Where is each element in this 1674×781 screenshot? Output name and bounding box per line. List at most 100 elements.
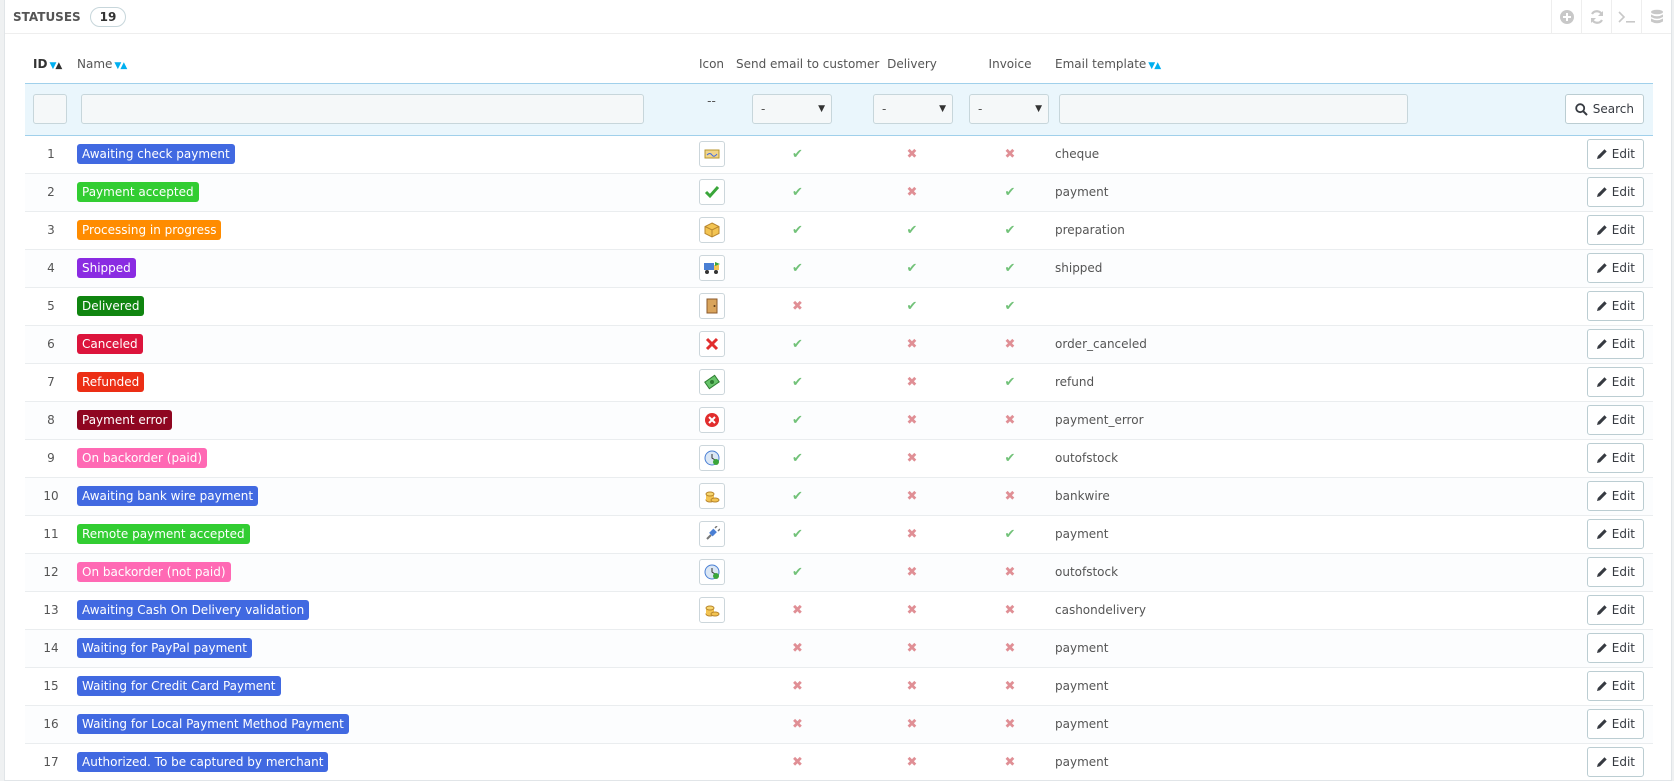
table-row[interactable]: 3 Processing in progress ✔ ✔ ✔ preparati… — [25, 211, 1653, 250]
pencil-icon — [1596, 263, 1607, 273]
table-row[interactable]: 7 Refunded ✔ ✖ ✔ refund Edit — [25, 363, 1653, 402]
edit-button-label: Edit — [1611, 489, 1635, 503]
edit-button[interactable]: Edit — [1586, 747, 1644, 777]
edit-button[interactable]: Edit — [1586, 291, 1644, 321]
database-icon[interactable] — [1641, 0, 1671, 34]
column-label-email-template: Email template — [1055, 57, 1147, 72]
table-row[interactable]: 14 Waiting for PayPal payment ✖ ✖ ✖ paym… — [25, 629, 1653, 668]
refresh-icon[interactable] — [1581, 0, 1611, 34]
row-icon-cell — [687, 249, 736, 288]
money-icon — [698, 369, 725, 395]
table-row[interactable]: 8 Payment error ✔ ✖ ✖ payment_error Edit — [25, 401, 1653, 440]
check-icon: ✔ — [1004, 184, 1016, 200]
edit-button[interactable]: Edit — [1586, 253, 1644, 283]
table-row[interactable]: 16 Waiting for Local Payment Method Paym… — [25, 705, 1653, 744]
chevron-down-icon: ▼ — [818, 104, 825, 114]
edit-button-label: Edit — [1611, 147, 1635, 161]
pencil-icon — [1596, 681, 1607, 691]
edit-button[interactable]: Edit — [1586, 633, 1644, 663]
edit-button[interactable]: Edit — [1586, 519, 1644, 549]
edit-button[interactable]: Edit — [1586, 215, 1644, 245]
row-id: 2 — [25, 173, 77, 212]
column-header-id[interactable]: ID ▼▲ — [25, 46, 77, 83]
coins-icon — [698, 483, 725, 509]
row-invoice-cell: ✔ — [965, 515, 1055, 554]
sort-icon[interactable]: ▼▲ — [49, 61, 62, 71]
edit-button[interactable]: Edit — [1586, 177, 1644, 207]
check-icon: ✔ — [792, 336, 803, 352]
row-delivery-cell: ✖ — [859, 705, 965, 744]
edit-button[interactable]: Edit — [1586, 671, 1644, 701]
pencil-icon — [1596, 643, 1607, 653]
send-email-filter-select[interactable]: - ▼ — [752, 94, 832, 124]
cross-icon: ✖ — [1004, 336, 1016, 352]
row-invoice-cell: ✖ — [965, 743, 1055, 780]
pencil-icon — [1596, 605, 1607, 615]
table-row[interactable]: 15 Waiting for Credit Card Payment ✖ ✖ ✖… — [25, 667, 1653, 706]
row-invoice-cell: ✔ — [965, 249, 1055, 288]
row-name-cell: Awaiting check payment — [77, 135, 687, 174]
table-row[interactable]: 9 On backorder (paid) ✔ ✖ ✔ outofstock E… — [25, 439, 1653, 478]
table-row[interactable]: 5 Delivered ✖ ✔ ✔ Edit — [25, 287, 1653, 326]
check-icon: ✔ — [792, 374, 803, 390]
id-filter-input[interactable] — [33, 94, 67, 124]
edit-button[interactable]: Edit — [1586, 405, 1644, 435]
table-row[interactable]: 2 Payment accepted ✔ ✖ ✔ payment Edit — [25, 173, 1653, 212]
row-send-email-cell: ✖ — [736, 591, 859, 630]
edit-button[interactable]: Edit — [1586, 595, 1644, 625]
row-send-email-cell: ✖ — [736, 705, 859, 744]
check-icon: ✔ — [792, 564, 803, 580]
status-label: Processing in progress — [77, 220, 222, 240]
check-icon: ✔ — [792, 222, 803, 238]
row-icon-cell — [687, 477, 736, 516]
edit-button[interactable]: Edit — [1586, 367, 1644, 397]
name-filter-input[interactable] — [81, 94, 644, 124]
row-name-cell: On backorder (paid) — [77, 439, 687, 478]
cross-icon: ✖ — [792, 298, 803, 314]
row-name-cell: Awaiting Cash On Delivery validation — [77, 591, 687, 630]
table-row[interactable]: 4 Shipped ✔ ✔ ✔ shipped Edit — [25, 249, 1653, 288]
invoice-filter-select[interactable]: - ▼ — [969, 94, 1049, 124]
search-button[interactable]: Search — [1564, 94, 1644, 124]
edit-button[interactable]: Edit — [1586, 443, 1644, 473]
row-name-cell: On backorder (not paid) — [77, 553, 687, 592]
table-row[interactable]: 13 Awaiting Cash On Delivery validation … — [25, 591, 1653, 630]
column-header-email-template[interactable]: Email template ▼▲ — [1055, 46, 1495, 83]
row-name-cell: Payment error — [77, 401, 687, 440]
add-icon[interactable] — [1551, 0, 1581, 34]
row-actions-cell: Edit — [1495, 629, 1653, 668]
terminal-icon[interactable] — [1611, 0, 1641, 34]
table-row[interactable]: 10 Awaiting bank wire payment ✔ ✖ ✖ bank… — [25, 477, 1653, 516]
email-template-filter-input[interactable] — [1059, 94, 1408, 124]
edit-button-label: Edit — [1611, 717, 1635, 731]
column-header-name[interactable]: Name ▼▲ — [77, 46, 687, 83]
edit-button[interactable]: Edit — [1586, 481, 1644, 511]
row-id: 1 — [25, 135, 77, 174]
sort-icon[interactable]: ▼▲ — [114, 61, 127, 71]
table-row[interactable]: 6 Canceled ✔ ✖ ✖ order_canceled Edit — [25, 325, 1653, 364]
row-email-template: refund — [1055, 363, 1495, 402]
status-count-badge: 19 — [89, 6, 127, 27]
edit-button[interactable]: Edit — [1586, 557, 1644, 587]
table-row[interactable]: 11 Remote payment accepted ✔ ✖ ✔ payment… — [25, 515, 1653, 554]
delivery-filter-select[interactable]: - ▼ — [873, 94, 953, 124]
edit-button[interactable]: Edit — [1586, 139, 1644, 169]
sort-icon[interactable]: ▼▲ — [1148, 61, 1161, 71]
row-id: 11 — [25, 515, 77, 554]
row-delivery-cell: ✖ — [859, 591, 965, 630]
row-actions-cell: Edit — [1495, 287, 1653, 326]
row-delivery-cell: ✖ — [859, 439, 965, 478]
status-label: Delivered — [77, 296, 145, 316]
table-row[interactable]: 12 On backorder (not paid) ✔ ✖ ✖ outofst… — [25, 553, 1653, 592]
row-send-email-cell: ✔ — [736, 477, 859, 516]
edit-button[interactable]: Edit — [1586, 709, 1644, 739]
cross-icon: ✖ — [1004, 678, 1016, 694]
row-invoice-cell: ✔ — [965, 211, 1055, 250]
edit-button[interactable]: Edit — [1586, 329, 1644, 359]
pencil-icon — [1596, 491, 1607, 501]
table-row[interactable]: 17 Authorized. To be captured by merchan… — [25, 743, 1653, 780]
row-delivery-cell: ✖ — [859, 173, 965, 212]
table-row[interactable]: 1 Awaiting check payment ✔ ✖ ✖ cheque Ed… — [25, 135, 1653, 174]
row-actions-cell: Edit — [1495, 705, 1653, 744]
row-email-template: bankwire — [1055, 477, 1495, 516]
